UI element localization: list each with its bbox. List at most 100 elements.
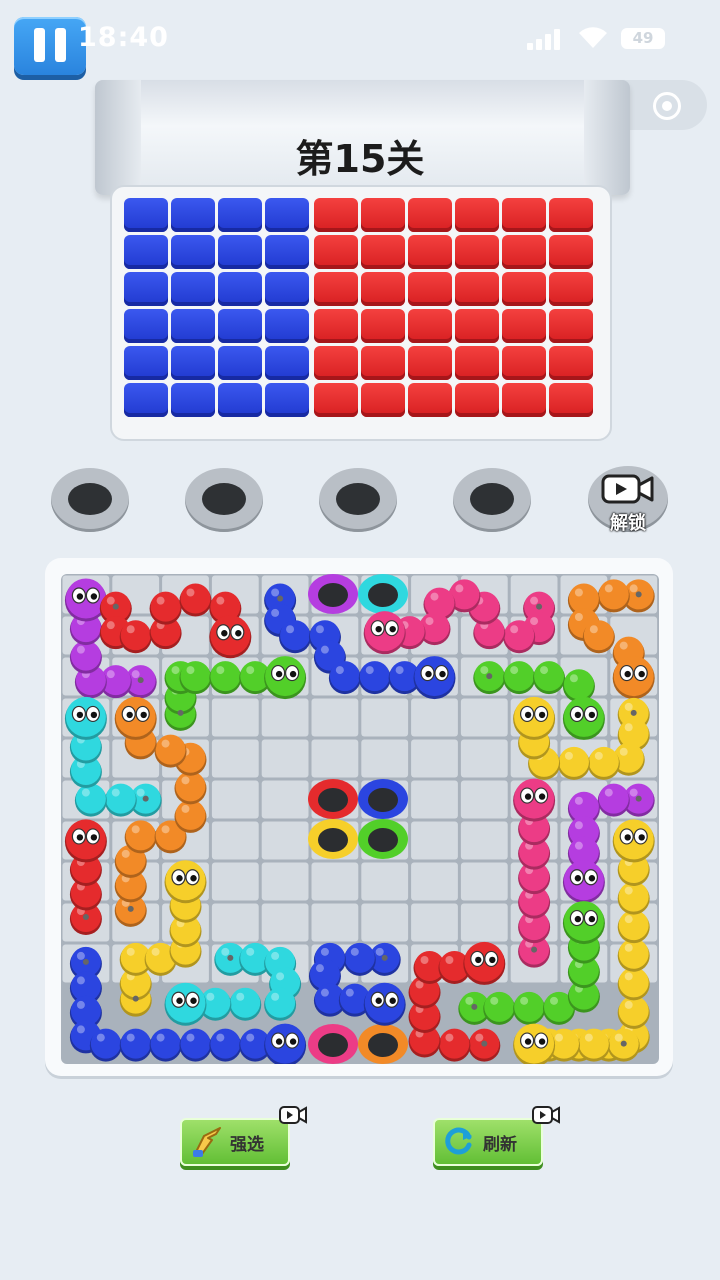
blue-cube xyxy=(218,235,262,269)
board-cell xyxy=(460,903,508,942)
red-cube xyxy=(455,346,499,380)
blue-cube xyxy=(218,346,262,380)
snake-highlight xyxy=(131,825,140,834)
snake-highlight xyxy=(594,751,603,760)
snake-pupil xyxy=(90,593,98,600)
refresh-icon xyxy=(445,1127,472,1155)
snake-pupil xyxy=(588,711,596,719)
blue-snake[interactable] xyxy=(308,942,406,1026)
snake-segment xyxy=(598,783,629,814)
snake-pupil xyxy=(176,997,183,1004)
snake-highlight xyxy=(315,964,324,973)
snake-highlight xyxy=(395,666,404,675)
snake-segment xyxy=(70,640,101,671)
hole-center xyxy=(368,583,398,607)
snake-pupil xyxy=(524,793,532,800)
snake-tail-spike xyxy=(132,995,139,1002)
snake-highlight xyxy=(271,992,280,1001)
red-cube xyxy=(314,235,358,269)
snake-highlight xyxy=(320,645,329,654)
snake-highlight xyxy=(554,1033,563,1042)
board-cell xyxy=(411,821,458,860)
close-target-icon[interactable] xyxy=(653,92,681,120)
snake-tail-spike xyxy=(381,954,388,961)
snake-pupil xyxy=(389,997,396,1004)
snake-head xyxy=(364,982,405,1023)
snake-highlight xyxy=(490,996,499,1005)
snake-segment xyxy=(578,1028,609,1059)
red-cube xyxy=(549,272,593,306)
snake-pupil xyxy=(524,1038,532,1045)
blue-cube xyxy=(218,309,262,343)
snake-pupil xyxy=(176,875,183,882)
signal-icon xyxy=(527,28,563,50)
red-cube xyxy=(314,346,358,380)
snake-segment xyxy=(359,661,390,692)
board-cell xyxy=(460,780,508,819)
wifi-icon xyxy=(579,27,607,48)
snake-tail-spike xyxy=(531,946,538,953)
red-cube xyxy=(361,309,405,343)
force-select-label: 强选 xyxy=(230,1135,264,1155)
snake-segment xyxy=(344,942,375,973)
red-cube xyxy=(455,198,499,232)
snake-highlight xyxy=(216,1033,225,1042)
video-ad-icon xyxy=(532,1106,560,1124)
snake-tail-spike xyxy=(630,709,637,716)
snake-segment xyxy=(329,661,360,692)
blue-cube xyxy=(265,309,309,343)
snake-tail-spike xyxy=(486,673,493,680)
snake-head xyxy=(210,615,251,656)
snake-segment xyxy=(598,579,629,610)
snake-highlight xyxy=(455,584,464,593)
unlock-label: 解锁 xyxy=(610,513,646,534)
snake-highlight xyxy=(106,596,115,605)
snake-highlight xyxy=(574,588,583,597)
blue-cube xyxy=(218,383,262,417)
board-cell xyxy=(211,903,259,942)
force-select-button[interactable]: 强选 xyxy=(180,1118,290,1166)
board-cell xyxy=(361,862,409,901)
snake-head xyxy=(115,696,156,737)
snake-highlight xyxy=(76,1000,85,1009)
snake-highlight xyxy=(584,1033,593,1042)
snake-head xyxy=(65,819,106,860)
snake-highlight xyxy=(629,788,638,797)
refresh-button[interactable]: 刷新 xyxy=(433,1118,543,1166)
pause-button[interactable] xyxy=(14,17,86,75)
snake-tail-spike xyxy=(142,795,149,802)
game-board[interactable] xyxy=(61,574,659,1064)
blue-cube xyxy=(265,383,309,417)
snake-highlight xyxy=(624,972,633,981)
snake-segment xyxy=(504,620,535,651)
snake-segment xyxy=(618,881,649,912)
red-cube xyxy=(502,346,546,380)
snake-head xyxy=(65,696,106,737)
snake-segment xyxy=(583,620,614,651)
blue-cube xyxy=(171,346,215,380)
snake-highlight xyxy=(131,670,140,679)
snake-segment xyxy=(558,746,589,777)
red-cube xyxy=(408,272,452,306)
snake-segment xyxy=(230,987,261,1018)
status-time: 18:40 xyxy=(78,22,169,53)
snake-highlight xyxy=(530,596,539,605)
snake-highlight xyxy=(271,951,280,960)
snake-highlight xyxy=(81,788,90,797)
snake-highlight xyxy=(430,592,439,601)
snake-highlight xyxy=(181,776,190,785)
snake-highlight xyxy=(156,596,165,605)
board-canvas[interactable] xyxy=(61,574,659,1064)
blue-cube xyxy=(171,383,215,417)
snake-highlight xyxy=(136,788,145,797)
snake-highlight xyxy=(76,645,85,654)
snake-pupil xyxy=(190,875,197,882)
snake-highlight xyxy=(246,947,255,956)
blue-cube xyxy=(265,198,309,232)
snake-segment xyxy=(155,734,186,765)
blue-cube xyxy=(265,235,309,269)
board-cell xyxy=(311,862,359,901)
snake-pupil xyxy=(574,711,582,719)
snake-highlight xyxy=(619,641,628,650)
snake-highlight xyxy=(126,947,135,956)
